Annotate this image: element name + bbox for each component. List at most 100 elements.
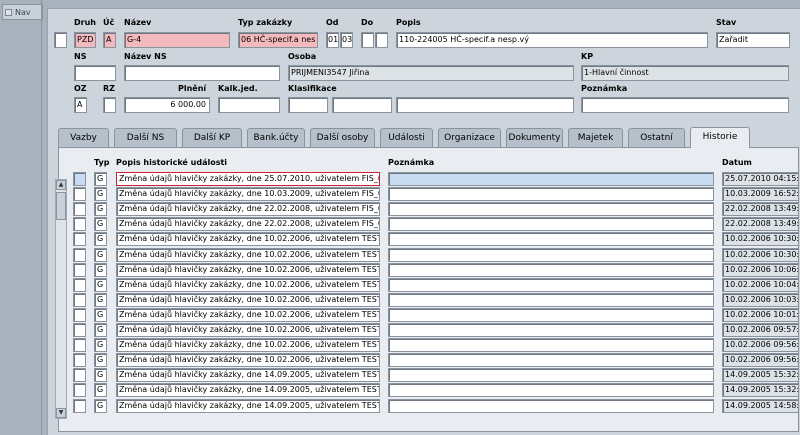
tab-ostatni[interactable]: Ostatní xyxy=(628,128,685,147)
row-typ[interactable]: G xyxy=(94,278,107,292)
osoba-field[interactable]: PRIJMENI3547 Jiřina xyxy=(288,65,574,81)
row-poznamka[interactable] xyxy=(388,308,714,322)
popis-field[interactable]: 110-224005 HČ-specif.a nesp.vý xyxy=(396,32,708,48)
row-popis[interactable]: Změna údajů hlavičky zakázky, dne 10.02.… xyxy=(116,338,380,352)
nazev-ns-field[interactable] xyxy=(124,65,280,81)
tab-bank-ucty[interactable]: Bank.účty xyxy=(247,128,305,147)
stav-field[interactable]: Zařadit xyxy=(716,32,790,48)
tab-dokumenty[interactable]: Dokumenty xyxy=(506,128,563,147)
row-typ[interactable]: G xyxy=(94,399,107,413)
row-select-checkbox[interactable] xyxy=(73,263,86,277)
row-popis[interactable]: Změna údajů hlavičky zakázky, dne 10.02.… xyxy=(116,308,380,322)
row-datum[interactable]: 14.09.2005 14:58: xyxy=(722,399,799,413)
row-datum[interactable]: 10.02.2006 10:03: xyxy=(722,293,799,307)
row-typ[interactable]: G xyxy=(94,368,107,382)
row-datum[interactable]: 10.02.2006 10:30: xyxy=(722,248,799,262)
row-poznamka[interactable] xyxy=(388,187,714,201)
row-datum[interactable]: 10.03.2009 16:52: xyxy=(722,187,799,201)
row-poznamka[interactable] xyxy=(388,263,714,277)
do-field[interactable] xyxy=(361,32,374,48)
row-typ[interactable]: G xyxy=(94,202,107,216)
scroll-up-icon[interactable]: ▲ xyxy=(56,180,66,190)
row-popis[interactable]: Změna údajů hlavičky zakázky, dne 10.02.… xyxy=(116,293,380,307)
druh-field[interactable]: PZD xyxy=(74,32,96,48)
row-popis[interactable]: Změna údajů hlavičky zakázky, dne 25.07.… xyxy=(116,172,380,186)
tab-historie[interactable]: Historie xyxy=(690,127,750,148)
row-datum[interactable]: 10.02.2006 09:56: xyxy=(722,338,799,352)
typ-zakazky-field[interactable]: 06 HČ-specif.a nes xyxy=(238,32,318,48)
row-select-checkbox[interactable] xyxy=(73,353,86,367)
rz-field[interactable] xyxy=(103,97,116,113)
row-poznamka[interactable] xyxy=(388,172,714,186)
row-poznamka[interactable] xyxy=(388,202,714,216)
row-poznamka[interactable] xyxy=(388,383,714,397)
select-checkbox[interactable] xyxy=(54,32,67,48)
row-popis[interactable]: Změna údajů hlavičky zakázky, dne 22.02.… xyxy=(116,217,380,231)
row-typ[interactable]: G xyxy=(94,293,107,307)
row-select-checkbox[interactable] xyxy=(73,187,86,201)
tab-dalsi-kp[interactable]: Další KP xyxy=(182,128,242,147)
row-select-checkbox[interactable] xyxy=(73,248,86,262)
scroll-thumb[interactable] xyxy=(56,192,66,220)
row-select-checkbox[interactable] xyxy=(73,368,86,382)
plneni-field[interactable]: 6 000.00 xyxy=(124,97,210,113)
klasifikace-field-3[interactable] xyxy=(396,97,574,113)
row-select-checkbox[interactable] xyxy=(73,278,86,292)
klasifikace-field-2[interactable] xyxy=(332,97,392,113)
row-poznamka[interactable] xyxy=(388,353,714,367)
row-datum[interactable]: 25.07.2010 04:15: xyxy=(722,172,799,186)
row-select-checkbox[interactable] xyxy=(73,323,86,337)
klasifikace-field-1[interactable] xyxy=(288,97,328,113)
row-datum[interactable]: 22.02.2008 13:49: xyxy=(722,217,799,231)
row-poznamka[interactable] xyxy=(388,278,714,292)
row-datum[interactable]: 22.02.2008 13:49: xyxy=(722,202,799,216)
tab-dalsi-ns[interactable]: Další NS xyxy=(114,128,177,147)
row-typ[interactable]: G xyxy=(94,308,107,322)
tab-vazby[interactable]: Vazby xyxy=(58,128,109,147)
od-month-field[interactable]: 03 xyxy=(340,32,353,48)
row-poznamka[interactable] xyxy=(388,217,714,231)
row-popis[interactable]: Změna údajů hlavičky zakázky, dne 10.02.… xyxy=(116,263,380,277)
row-popis[interactable]: Změna údajů hlavičky zakázky, dne 14.09.… xyxy=(116,383,380,397)
nazev-field[interactable]: G-4 xyxy=(124,32,230,48)
kp-field[interactable]: 1-Hlavní činnost xyxy=(581,65,789,81)
row-datum[interactable]: 10.02.2006 09:57: xyxy=(722,323,799,337)
oz-field[interactable]: A xyxy=(74,97,87,113)
row-popis[interactable]: Změna údajů hlavičky zakázky, dne 10.02.… xyxy=(116,248,380,262)
row-select-checkbox[interactable] xyxy=(73,202,86,216)
row-select-checkbox[interactable] xyxy=(73,172,86,186)
row-typ[interactable]: G xyxy=(94,338,107,352)
tab-organizace[interactable]: Organizace xyxy=(438,128,501,147)
row-select-checkbox[interactable] xyxy=(73,338,86,352)
row-popis[interactable]: Změna údajů hlavičky zakázky, dne 10.02.… xyxy=(116,232,380,246)
row-select-checkbox[interactable] xyxy=(73,217,86,231)
do-month-field[interactable] xyxy=(375,32,388,48)
row-typ[interactable]: G xyxy=(94,383,107,397)
row-datum[interactable]: 10.02.2006 10:01: xyxy=(722,308,799,322)
row-select-checkbox[interactable] xyxy=(73,308,86,322)
row-poznamka[interactable] xyxy=(388,323,714,337)
row-select-checkbox[interactable] xyxy=(73,383,86,397)
row-select-checkbox[interactable] xyxy=(73,232,86,246)
tab-udalosti[interactable]: Události xyxy=(380,128,433,147)
row-datum[interactable]: 10.02.2006 09:56: xyxy=(722,353,799,367)
od-field[interactable]: 01 xyxy=(326,32,339,48)
row-typ[interactable]: G xyxy=(94,248,107,262)
row-datum[interactable]: 10.02.2006 10:06: xyxy=(722,263,799,277)
history-scrollbar[interactable]: ▲ ▼ xyxy=(55,179,67,419)
ns-field[interactable] xyxy=(74,65,116,81)
row-popis[interactable]: Změna údajů hlavičky zakázky, dne 10.03.… xyxy=(116,187,380,201)
row-datum[interactable]: 14.09.2005 15:32: xyxy=(722,383,799,397)
row-typ[interactable]: G xyxy=(94,217,107,231)
row-popis[interactable]: Změna údajů hlavičky zakázky, dne 14.09.… xyxy=(116,399,380,413)
poznamka-field[interactable] xyxy=(581,97,789,113)
row-typ[interactable]: G xyxy=(94,172,107,186)
row-poznamka[interactable] xyxy=(388,293,714,307)
row-typ[interactable]: G xyxy=(94,263,107,277)
row-poznamka[interactable] xyxy=(388,232,714,246)
row-typ[interactable]: G xyxy=(94,323,107,337)
row-popis[interactable]: Změna údajů hlavičky zakázky, dne 10.02.… xyxy=(116,278,380,292)
row-datum[interactable]: 14.09.2005 15:32: xyxy=(722,368,799,382)
row-poznamka[interactable] xyxy=(388,338,714,352)
uc-field[interactable]: A xyxy=(103,32,116,48)
